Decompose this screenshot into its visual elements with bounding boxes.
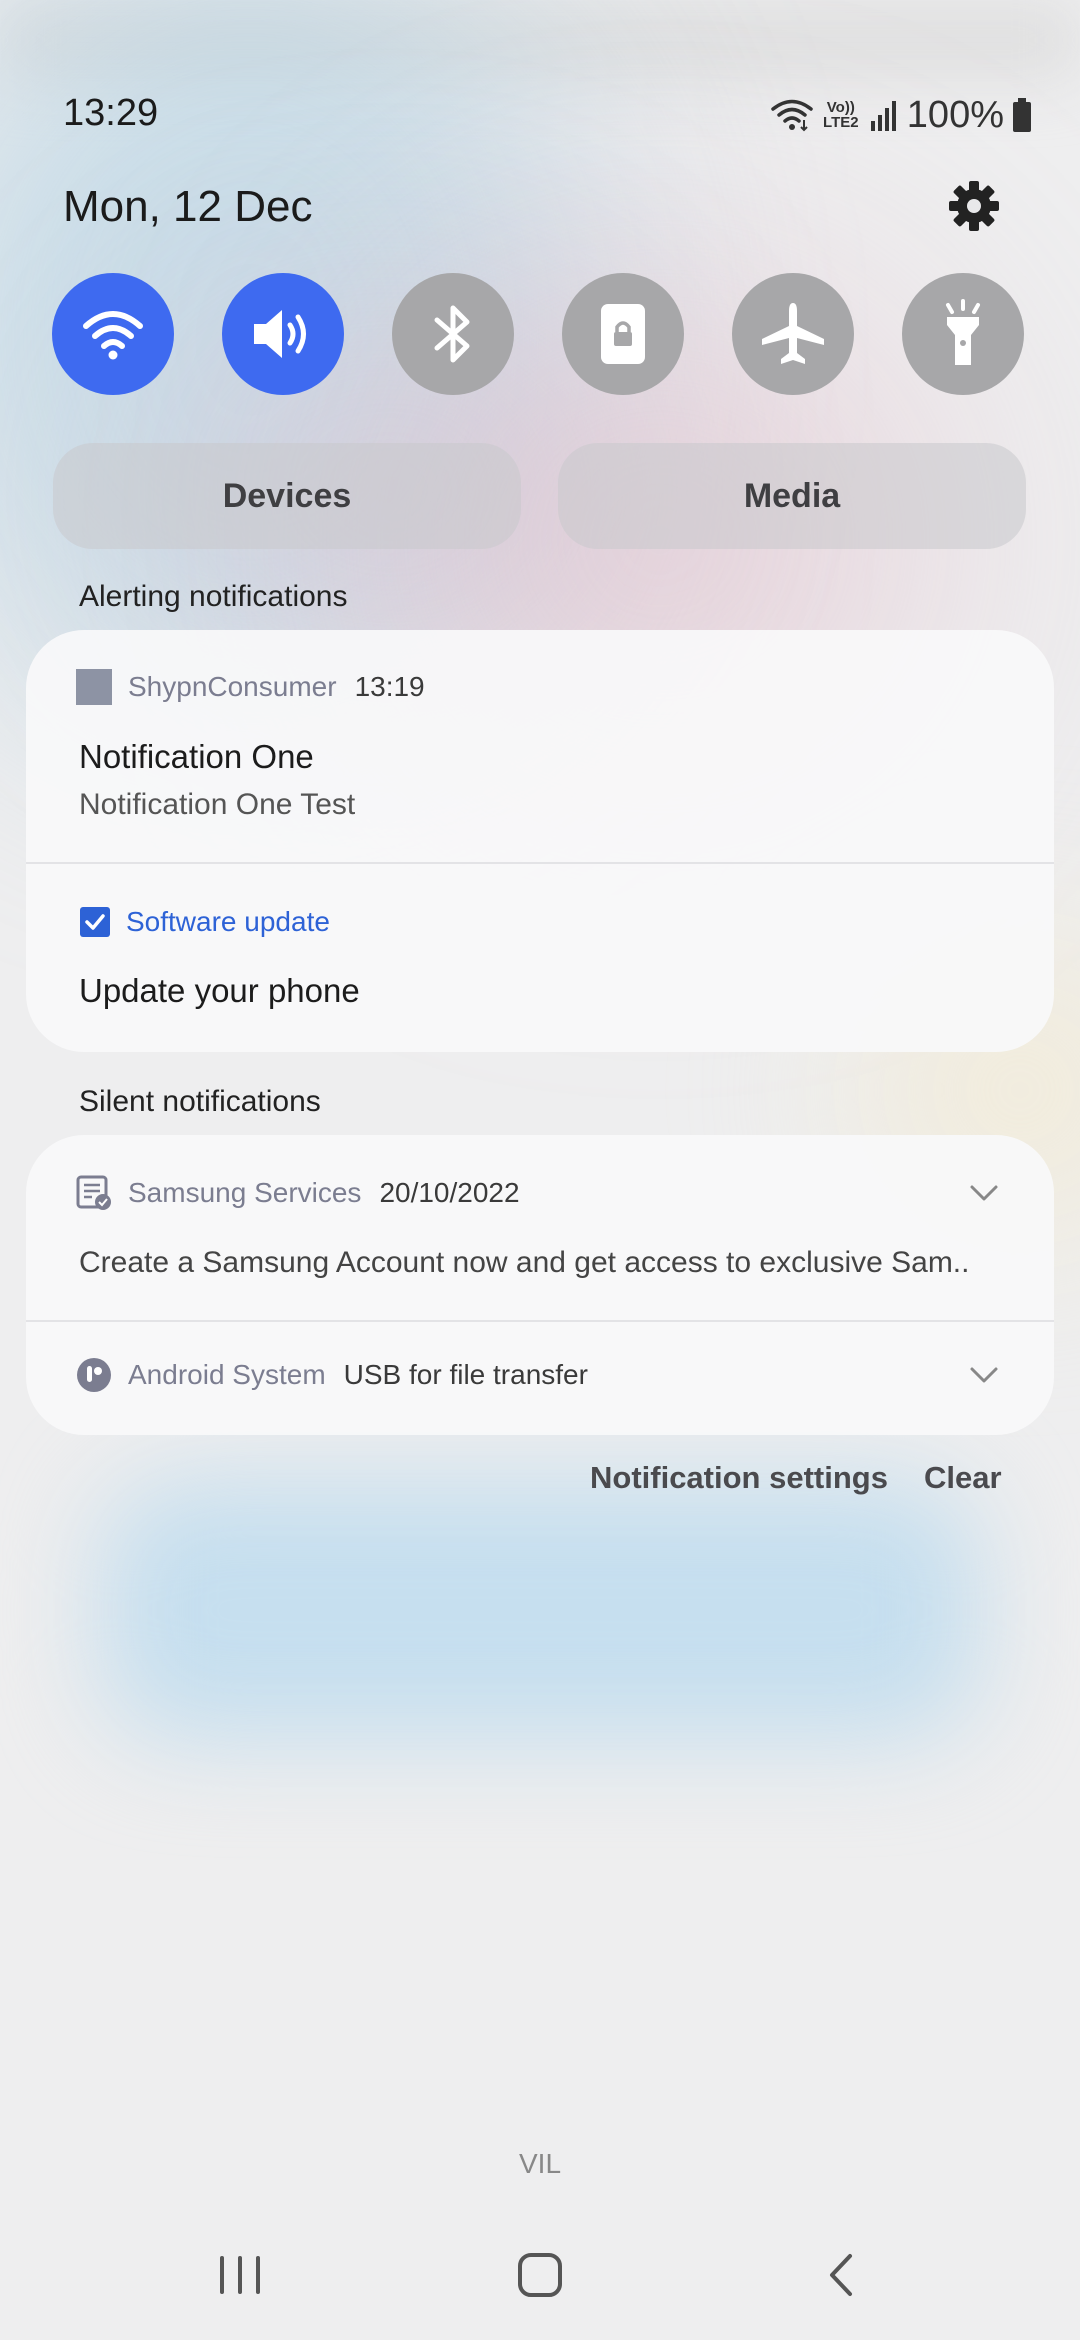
flashlight-icon: [946, 299, 980, 365]
notification-text: Notification One Test: [79, 788, 356, 821]
notification-title: Update your phone: [79, 972, 360, 1009]
chevron-down-icon[interactable]: [964, 1355, 1004, 1395]
wifi-toggle[interactable]: [52, 273, 174, 395]
chevron-down-icon[interactable]: [964, 1173, 1004, 1213]
clear-button[interactable]: Clear: [924, 1460, 1002, 1496]
sound-toggle[interactable]: [222, 273, 344, 395]
notification-title: Notification One: [79, 738, 314, 775]
portrait-lock-toggle[interactable]: [562, 273, 684, 395]
wifi-icon: [771, 99, 813, 132]
notification-text: Create a Samsung Account now and get acc…: [79, 1246, 970, 1279]
alerting-section-label: Alerting notifications: [79, 580, 348, 613]
notification-samsung-services[interactable]: Samsung Services 20/10/2022 Create a Sam…: [26, 1135, 1054, 1320]
status-icons: Vo)) LTE2 100%: [771, 92, 1032, 138]
back-icon[interactable]: [812, 2250, 872, 2300]
volume-icon: [254, 310, 306, 358]
app-name: ShypnConsumer: [128, 671, 337, 702]
app-icon: [76, 669, 112, 705]
airplane-mode-toggle[interactable]: [732, 273, 854, 395]
app-name: Software update: [126, 906, 330, 937]
samsung-services-icon: [76, 1175, 111, 1210]
gear-icon[interactable]: [948, 180, 1000, 232]
panel-date: Mon, 12 Dec: [63, 182, 313, 231]
notification-time: 20/10/2022: [379, 1177, 520, 1208]
notification-software-update[interactable]: Software update Update your phone: [26, 864, 1054, 1052]
android-system-icon: [77, 1358, 111, 1392]
notification-text: USB for file transfer: [343, 1359, 588, 1390]
signal-bars-icon: [870, 101, 896, 131]
silent-notifications-card: Samsung Services 20/10/2022 Create a Sam…: [26, 1135, 1054, 1435]
home-icon[interactable]: [510, 2250, 570, 2300]
flashlight-toggle[interactable]: [902, 273, 1024, 395]
lock-icon: [601, 304, 645, 364]
carrier-label: VIL: [518, 2148, 562, 2179]
notification-time: 13:19: [354, 671, 425, 702]
checkbox-icon: [80, 907, 110, 937]
devices-button[interactable]: Devices: [53, 443, 521, 549]
bluetooth-icon: [434, 305, 470, 363]
airplane-icon: [762, 303, 824, 364]
status-time: 13:29: [63, 92, 159, 134]
app-name: Android System: [128, 1359, 326, 1390]
silent-section-label: Silent notifications: [79, 1085, 321, 1118]
media-button[interactable]: Media: [558, 443, 1026, 549]
alerting-notifications-card: ShypnConsumer 13:19 Notification One Not…: [26, 630, 1054, 1052]
volte-icon: Vo)) LTE2: [823, 99, 859, 131]
notification-shypnconsumer[interactable]: ShypnConsumer 13:19 Notification One Not…: [26, 630, 1054, 862]
battery-percentage: 100%: [906, 93, 1004, 136]
notification-android-system[interactable]: Android System USB for file transfer: [26, 1322, 1054, 1435]
battery-icon: [1013, 98, 1031, 132]
recent-apps-icon[interactable]: [210, 2250, 270, 2300]
bluetooth-toggle[interactable]: [392, 273, 514, 395]
notification-settings-button[interactable]: Notification settings: [590, 1460, 888, 1496]
wifi-icon: [83, 311, 143, 360]
app-name: Samsung Services: [128, 1177, 362, 1208]
